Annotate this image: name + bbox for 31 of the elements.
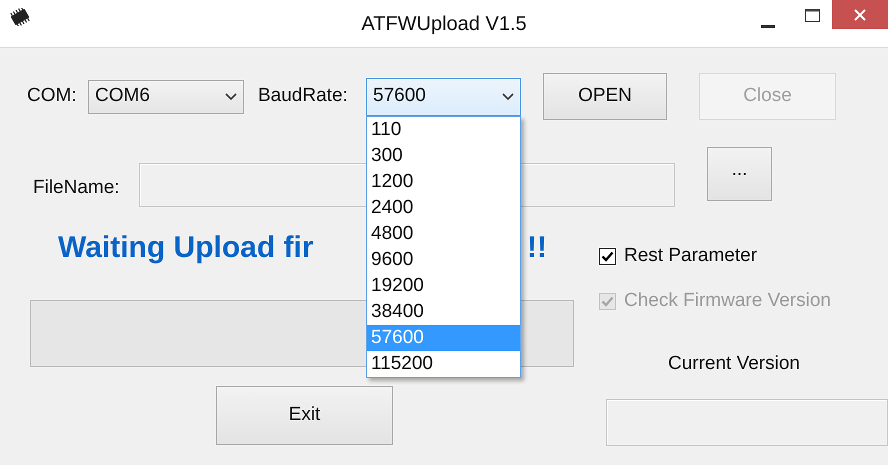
chip-icon [8, 8, 32, 26]
com-dropdown[interactable]: COM6 [88, 80, 244, 114]
dropdown-option[interactable]: 38400 [367, 298, 520, 324]
maximize-icon[interactable] [805, 9, 820, 22]
dropdown-option[interactable]: 19200 [367, 272, 520, 298]
field-label: FileName: [33, 176, 121, 200]
field-label: BaudRate: [258, 84, 349, 108]
dropdown-option[interactable]: 300 [367, 142, 520, 168]
status-message: !! [527, 230, 547, 266]
dropdown-option[interactable]: 115200 [367, 350, 520, 376]
checkbox-label: Rest Parameter [624, 244, 758, 268]
dropdown-option[interactable]: 2400 [367, 194, 520, 220]
button[interactable]: OPEN [543, 73, 667, 120]
window-title: ATFWUpload V1.5 [361, 12, 527, 36]
caret-icon [502, 92, 514, 100]
button[interactable]: Exit [216, 386, 393, 445]
dropdown-option[interactable]: 1200 [367, 168, 520, 194]
baudrate-dropdown[interactable]: 57600 [366, 78, 521, 116]
checkbox-label: Check Firmware Version [624, 288, 831, 313]
dropdown-option[interactable]: 9600 [367, 246, 520, 272]
field-label: Current Version [668, 352, 800, 376]
dropdown-option[interactable]: 110 [367, 116, 520, 142]
close-icon [854, 8, 866, 20]
field-label: COM: [27, 84, 78, 108]
browse-button[interactable]: ... [707, 147, 772, 201]
version-field[interactable] [606, 398, 888, 446]
dropdown-option[interactable]: 4800 [367, 220, 520, 246]
close-button[interactable] [832, 0, 888, 29]
caret-icon [225, 92, 237, 100]
checkbox[interactable] [599, 248, 616, 264]
status-message: Waiting Upload fir [58, 230, 315, 266]
